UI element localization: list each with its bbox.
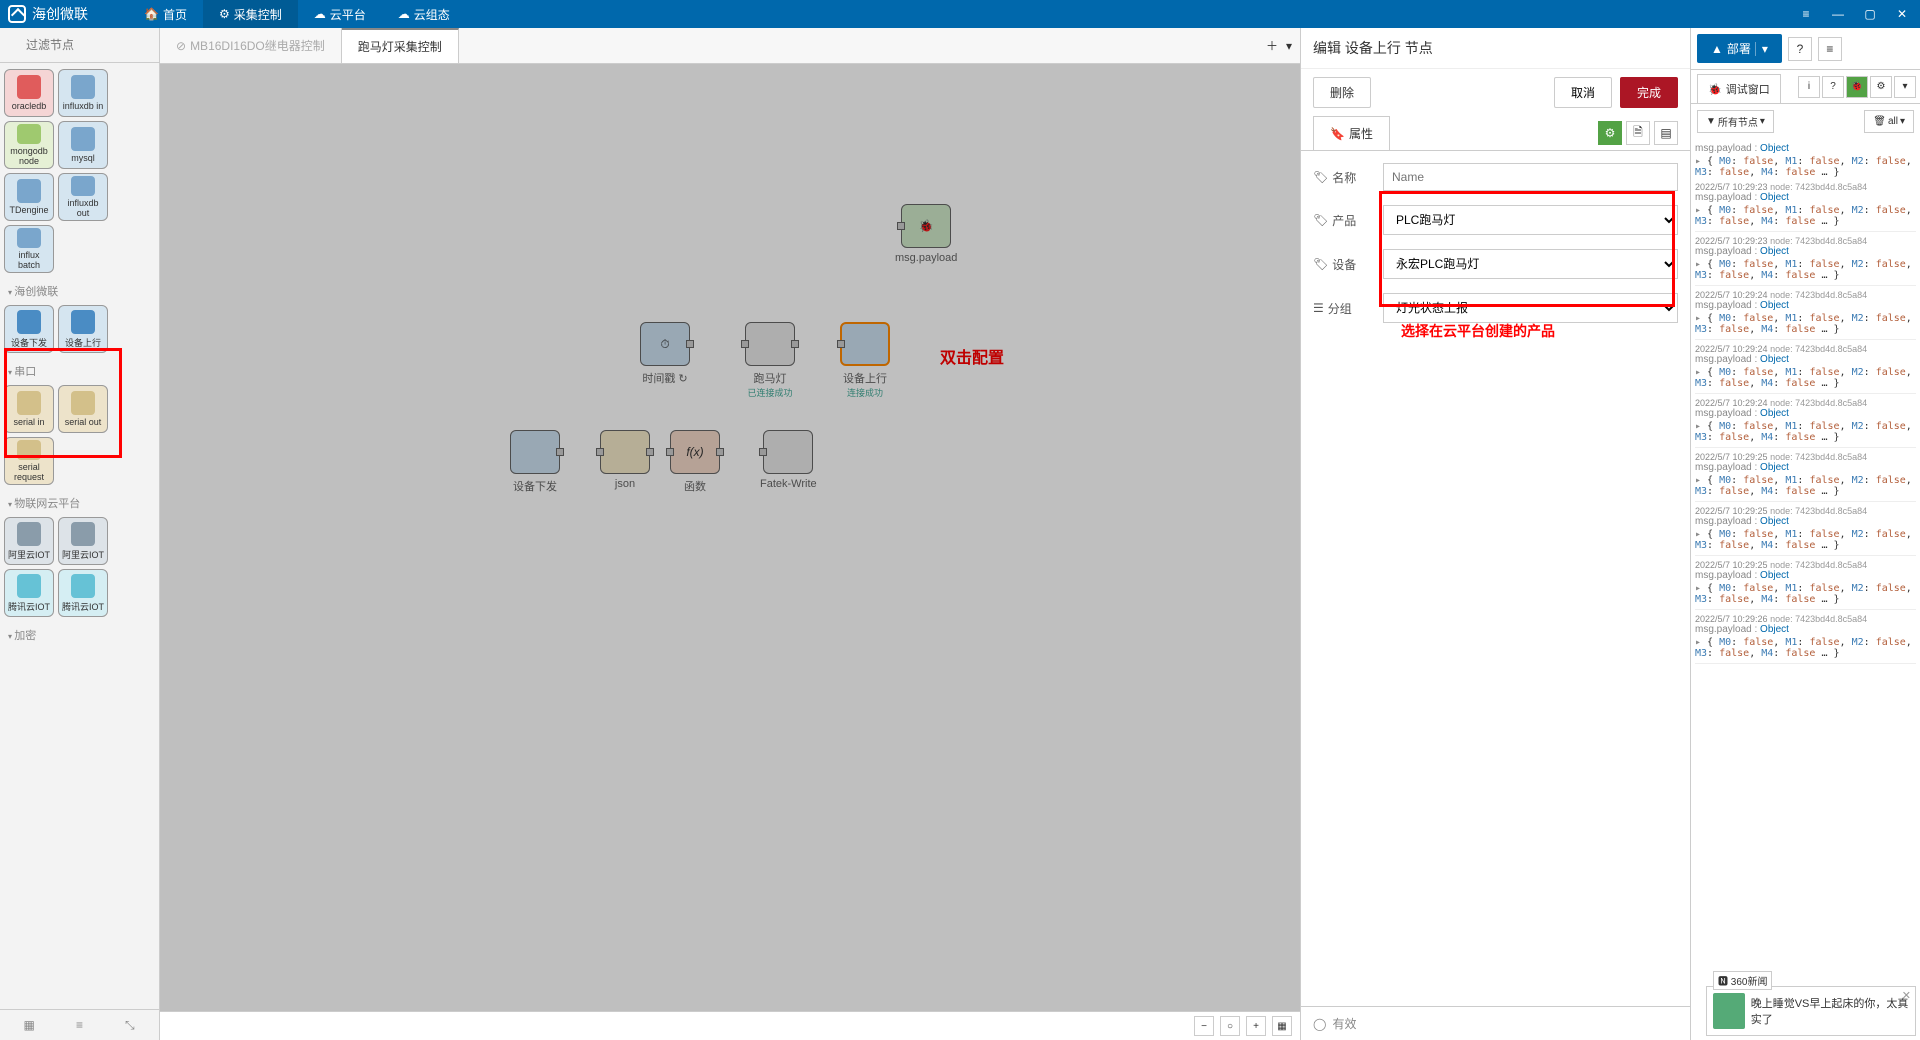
flow-tab-disabled[interactable]: ⊘ MB16DI16DO继电器控制 (160, 28, 342, 63)
more-tab-icon[interactable]: ▾ (1894, 76, 1916, 98)
nav-home[interactable]: 🏠 首页 (128, 0, 203, 29)
filter-nodes-button[interactable]: ▼ 所有节点 ▾ (1697, 110, 1774, 133)
annotation-select-product: 选择在云平台创建的产品 (1401, 321, 1555, 341)
list-icon: ☰ (1313, 301, 1324, 315)
app-title: 海创微联 (32, 4, 88, 24)
palette-node-tencent-iot-2[interactable]: 腾讯云IOT (58, 569, 108, 617)
palette-node-device-uplink[interactable]: 设备上行 (58, 305, 108, 353)
palette-grid-view-icon[interactable]: ▦ (18, 1014, 40, 1036)
window-maximize-icon[interactable]: ▢ (1860, 4, 1880, 24)
zoom-reset-button[interactable]: ○ (1220, 1016, 1240, 1036)
palette-node-aliyun-iot-2[interactable]: 阿里云IOT (58, 517, 108, 565)
titlebar: 海创微联 🏠 首页 ⚙ 采集控制 ☁ 云平台 ☁ 云组态 ≡ — ▢ ✕ (0, 0, 1920, 28)
edit-panel-title: 编辑 设备上行 节点 (1301, 28, 1690, 69)
config-tab-icon[interactable]: ⚙ (1870, 76, 1892, 98)
palette-node-influxdb-out[interactable]: influxdb out (58, 173, 108, 221)
flow-tab-active[interactable]: 跑马灯采集控制 (342, 28, 459, 63)
app-logo-icon (8, 5, 26, 23)
edit-doc-icon[interactable]: 🗎 (1626, 121, 1650, 145)
zoom-out-button[interactable]: − (1194, 1016, 1214, 1036)
top-nav: 🏠 首页 ⚙ 采集控制 ☁ 云平台 ☁ 云组态 (128, 0, 466, 29)
workspace: ⊘ MB16DI16DO继电器控制 跑马灯采集控制 ＋ ▾ ⏱ 时间戳 ↻ 跑马灯 (160, 28, 1300, 1040)
bug-icon: 🐞 (919, 219, 934, 233)
news-close-icon[interactable]: ✕ (1902, 989, 1911, 1002)
info-tab-icon[interactable]: i (1798, 76, 1820, 98)
enabled-label: 有效 (1332, 1015, 1356, 1032)
product-select[interactable]: PLC跑马灯 (1383, 205, 1678, 235)
flow-node-uplink[interactable]: 设备上行 (843, 370, 887, 386)
node-edit-panel: 编辑 设备上行 节点 删除 取消 完成 🔖 属性 ⚙ 🗎 ▤ 🏷名称 (1300, 28, 1690, 1040)
canvas-map-button[interactable]: ▦ (1272, 1016, 1292, 1036)
help-icon[interactable]: ? (1788, 37, 1812, 61)
group-select[interactable]: 灯光状态上报 (1383, 293, 1678, 323)
name-input[interactable] (1383, 163, 1678, 191)
news-popup[interactable]: ✕ 🅽 360新闻 晚上睡觉VS早上起床的你，太真实了 (1706, 986, 1916, 1036)
palette-node-device-downlink[interactable]: 设备下发 (4, 305, 54, 353)
palette-node-serial-in[interactable]: serial in (4, 385, 54, 433)
menu-icon[interactable]: ≡ (1818, 37, 1842, 61)
palette-node-oracledb[interactable]: oracledb (4, 69, 54, 117)
add-flow-tab-icon[interactable]: ＋ (1266, 37, 1278, 54)
annotation-doubleclick: 双击配置 (940, 344, 1004, 368)
tag-icon: 🏷 (1313, 213, 1328, 227)
edit-settings-icon[interactable]: ⚙ (1598, 121, 1622, 145)
zoom-in-button[interactable]: + (1246, 1016, 1266, 1036)
tag-icon: 🏷 (1313, 257, 1328, 271)
debug-active-icon[interactable]: 🐞 (1846, 76, 1868, 98)
flow-node-downlink[interactable]: 设备下发 (513, 478, 557, 494)
palette-node-serial-request[interactable]: serial request (4, 437, 54, 485)
palette-category-crypto[interactable]: 加密 (4, 621, 155, 649)
palette-category-iot-cloud[interactable]: 物联网云平台 (4, 489, 155, 517)
palette-node-tencent-iot-1[interactable]: 腾讯云IOT (4, 569, 54, 617)
help-tab-icon[interactable]: ? (1822, 76, 1844, 98)
palette-category-haichuang[interactable]: 海创微联 (4, 277, 155, 305)
flow-node-json[interactable]: json (615, 478, 635, 490)
delete-button[interactable]: 删除 (1313, 77, 1371, 108)
flow-canvas[interactable]: ⏱时间戳 ↻ 跑马灯已连接成功 设备上行连接成功 🐞msg.payload 设备… (160, 64, 1300, 1011)
news-title: 晚上睡觉VS早上起床的你，太真实了 (1751, 995, 1909, 1027)
flow-node-runlight[interactable]: 跑马灯 (754, 370, 787, 386)
palette-node-serial-out[interactable]: serial out (58, 385, 108, 433)
palette-node-influx-batch[interactable]: influx batch (4, 225, 54, 273)
palette-node-influxdb-in[interactable]: influxdb in (58, 69, 108, 117)
nav-cloud[interactable]: ☁ 云平台 (298, 0, 382, 29)
palette-node-mongodb[interactable]: mongodb node (4, 121, 54, 169)
tag-icon: 🏷 (1313, 170, 1328, 184)
news-thumbnail (1713, 993, 1745, 1029)
flow-node-fatek-write[interactable]: Fatek-Write (760, 478, 817, 490)
window-menu-icon[interactable]: ≡ (1796, 4, 1816, 24)
window-minimize-icon[interactable]: — (1828, 4, 1848, 24)
flow-tabs-menu-icon[interactable]: ▾ (1286, 39, 1292, 53)
debug-log[interactable]: msg.payload : Object▸ { M0: false, M1: f… (1691, 139, 1920, 1040)
nav-scada[interactable]: ☁ 云组态 (382, 0, 466, 29)
done-button[interactable]: 完成 (1620, 77, 1678, 108)
palette-category-serial[interactable]: 串口 (4, 357, 155, 385)
enabled-toggle-icon[interactable]: ◯ (1313, 1017, 1326, 1031)
palette-node-mysql[interactable]: mysql (58, 121, 108, 169)
edit-tab-properties[interactable]: 🔖 属性 (1313, 116, 1390, 150)
debug-tab[interactable]: 🐞 调试窗口 (1697, 74, 1781, 103)
deploy-button[interactable]: ▲ 部署 ▾ (1697, 34, 1782, 63)
palette-collapse-icon[interactable]: ⤡ (119, 1014, 141, 1036)
palette-list-view-icon[interactable]: ≡ (68, 1014, 90, 1036)
filter-clear-button[interactable]: 🗑 all ▾ (1864, 110, 1914, 133)
device-select[interactable]: 永宏PLC跑马灯 (1383, 249, 1678, 279)
palette-search-input[interactable] (6, 34, 153, 56)
edit-appearance-icon[interactable]: ▤ (1654, 121, 1678, 145)
window-close-icon[interactable]: ✕ (1892, 4, 1912, 24)
node-palette: oracledb influxdb in mongodb node mysql … (0, 28, 160, 1040)
debug-sidebar: ▲ 部署 ▾ ? ≡ 🐞 调试窗口 i ? 🐞 ⚙ ▾ ▼ 所有节点 ▾ 🗑 a… (1690, 28, 1920, 1040)
nav-acquisition[interactable]: ⚙ 采集控制 (203, 0, 298, 29)
timer-icon: ⏱ (660, 337, 669, 352)
palette-node-aliyun-iot-1[interactable]: 阿里云IOT (4, 517, 54, 565)
flow-node-timer[interactable]: 时间戳 ↻ (642, 370, 687, 386)
flow-node-function[interactable]: 函数 (684, 478, 706, 494)
cancel-button[interactable]: 取消 (1554, 77, 1612, 108)
flow-node-debug[interactable]: msg.payload (895, 252, 957, 264)
palette-node-tdengine[interactable]: TDengine (4, 173, 54, 221)
